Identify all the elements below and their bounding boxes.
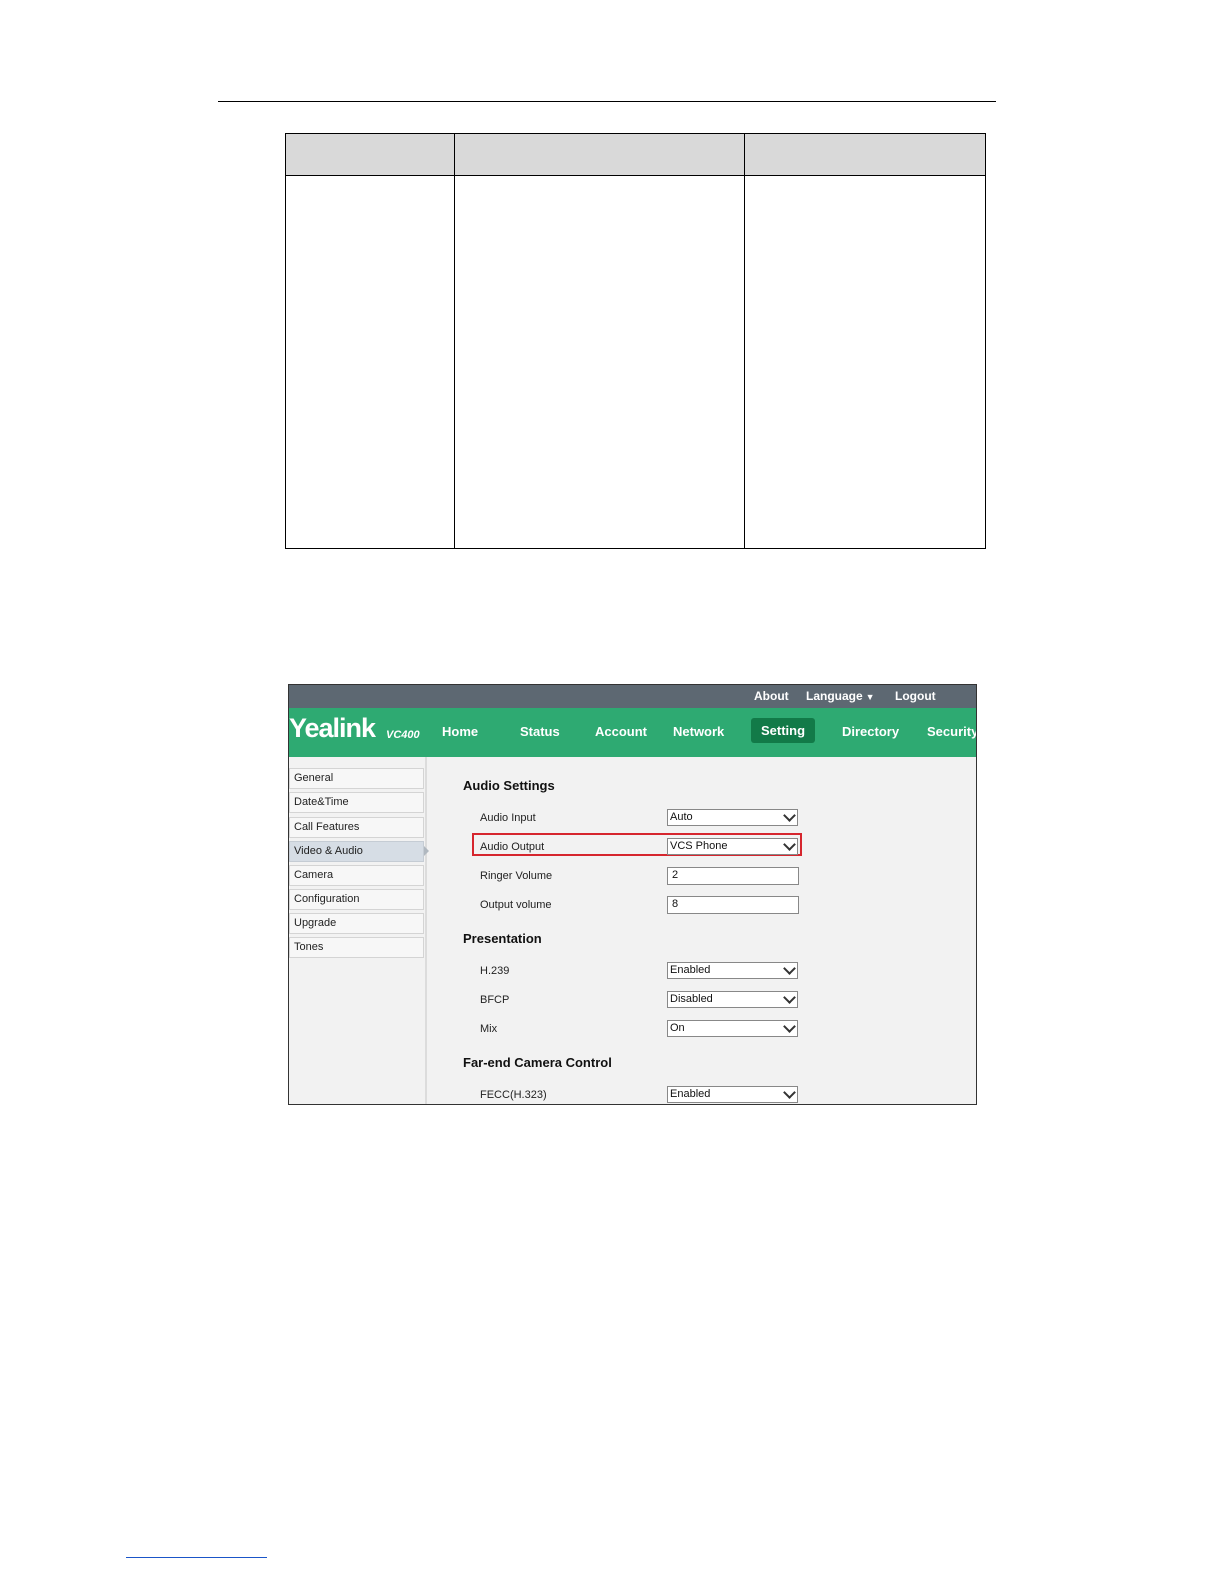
- ringer-volume-input[interactable]: 2: [667, 867, 799, 885]
- mix-label: Mix: [480, 1023, 498, 1035]
- fecc-title: Far-end Camera Control: [463, 1055, 612, 1070]
- language-label: Language: [806, 689, 863, 703]
- presentation-title: Presentation: [463, 931, 542, 946]
- output-volume-input[interactable]: 8: [667, 896, 799, 914]
- language-menu[interactable]: Language ▼: [806, 689, 875, 703]
- chevron-down-icon: [783, 809, 796, 822]
- bfcp-select[interactable]: Disabled: [667, 991, 798, 1008]
- fecc-value: Enabled: [670, 1088, 711, 1100]
- chevron-down-icon: [783, 1020, 796, 1033]
- mix-value: On: [670, 1022, 685, 1034]
- bfcp-label: BFCP: [480, 994, 510, 1006]
- audio-settings-title: Audio Settings: [463, 778, 555, 793]
- sidebar-item-general[interactable]: General: [289, 768, 424, 789]
- main-nav: Yealink VC400 Home Status Account Networ…: [289, 708, 976, 757]
- table-column-divider: [744, 134, 745, 548]
- sidebar-item-video-audio[interactable]: Video & Audio: [289, 841, 424, 862]
- logout-link[interactable]: Logout: [895, 689, 936, 703]
- document-table: [285, 133, 986, 549]
- chevron-down-icon: [783, 991, 796, 1004]
- bfcp-value: Disabled: [670, 993, 713, 1005]
- sidebar-item-upgrade[interactable]: Upgrade: [289, 913, 424, 934]
- table-column-divider: [454, 134, 455, 548]
- sidebar-item-camera[interactable]: Camera: [289, 865, 424, 886]
- audio-output-select[interactable]: VCS Phone: [667, 838, 798, 855]
- nav-status[interactable]: Status: [520, 724, 560, 739]
- nav-directory[interactable]: Directory: [842, 724, 899, 739]
- ringer-volume-label: Ringer Volume: [480, 870, 553, 882]
- audio-output-label: Audio Output: [480, 841, 545, 853]
- utility-bar: About Language ▼ Logout: [289, 685, 976, 708]
- caret-down-icon: ▼: [865, 692, 875, 702]
- active-item-arrow-icon: [424, 846, 429, 856]
- about-link[interactable]: About: [754, 689, 789, 703]
- nav-account[interactable]: Account: [595, 724, 647, 739]
- sidebar-item-call-features[interactable]: Call Features: [289, 817, 424, 838]
- sidebar-item-date-time[interactable]: Date&Time: [289, 792, 424, 813]
- output-volume-label: Output volume: [480, 899, 552, 911]
- footer-link-underline: [126, 1557, 267, 1558]
- nav-setting[interactable]: Setting: [751, 718, 816, 743]
- model-label: VC400: [386, 729, 420, 741]
- sidebar: General Date&Time Call Features Video & …: [289, 757, 427, 1104]
- chevron-down-icon: [783, 1086, 796, 1099]
- audio-input-value: Auto: [670, 811, 693, 823]
- fecc-label: FECC(H.323): [480, 1089, 547, 1101]
- audio-output-value: VCS Phone: [670, 840, 728, 852]
- h239-select[interactable]: Enabled: [667, 962, 798, 979]
- nav-security[interactable]: Security: [927, 724, 976, 739]
- nav-network[interactable]: Network: [673, 724, 724, 739]
- table-header-row: [286, 134, 985, 176]
- fecc-select[interactable]: Enabled: [667, 1086, 798, 1103]
- sidebar-item-configuration[interactable]: Configuration: [289, 889, 424, 910]
- web-ui-screenshot: About Language ▼ Logout Yealink VC400 Hom…: [288, 684, 977, 1105]
- h239-label: H.239: [480, 965, 510, 977]
- sidebar-item-tones[interactable]: Tones: [289, 937, 424, 958]
- header-rule: [218, 101, 996, 102]
- h239-value: Enabled: [670, 964, 711, 976]
- nav-home[interactable]: Home: [442, 724, 478, 739]
- audio-input-label: Audio Input: [480, 812, 536, 824]
- chevron-down-icon: [783, 838, 796, 851]
- mix-select[interactable]: On: [667, 1020, 798, 1037]
- audio-input-select[interactable]: Auto: [667, 809, 798, 826]
- logo: Yealink: [289, 713, 376, 743]
- chevron-down-icon: [783, 962, 796, 975]
